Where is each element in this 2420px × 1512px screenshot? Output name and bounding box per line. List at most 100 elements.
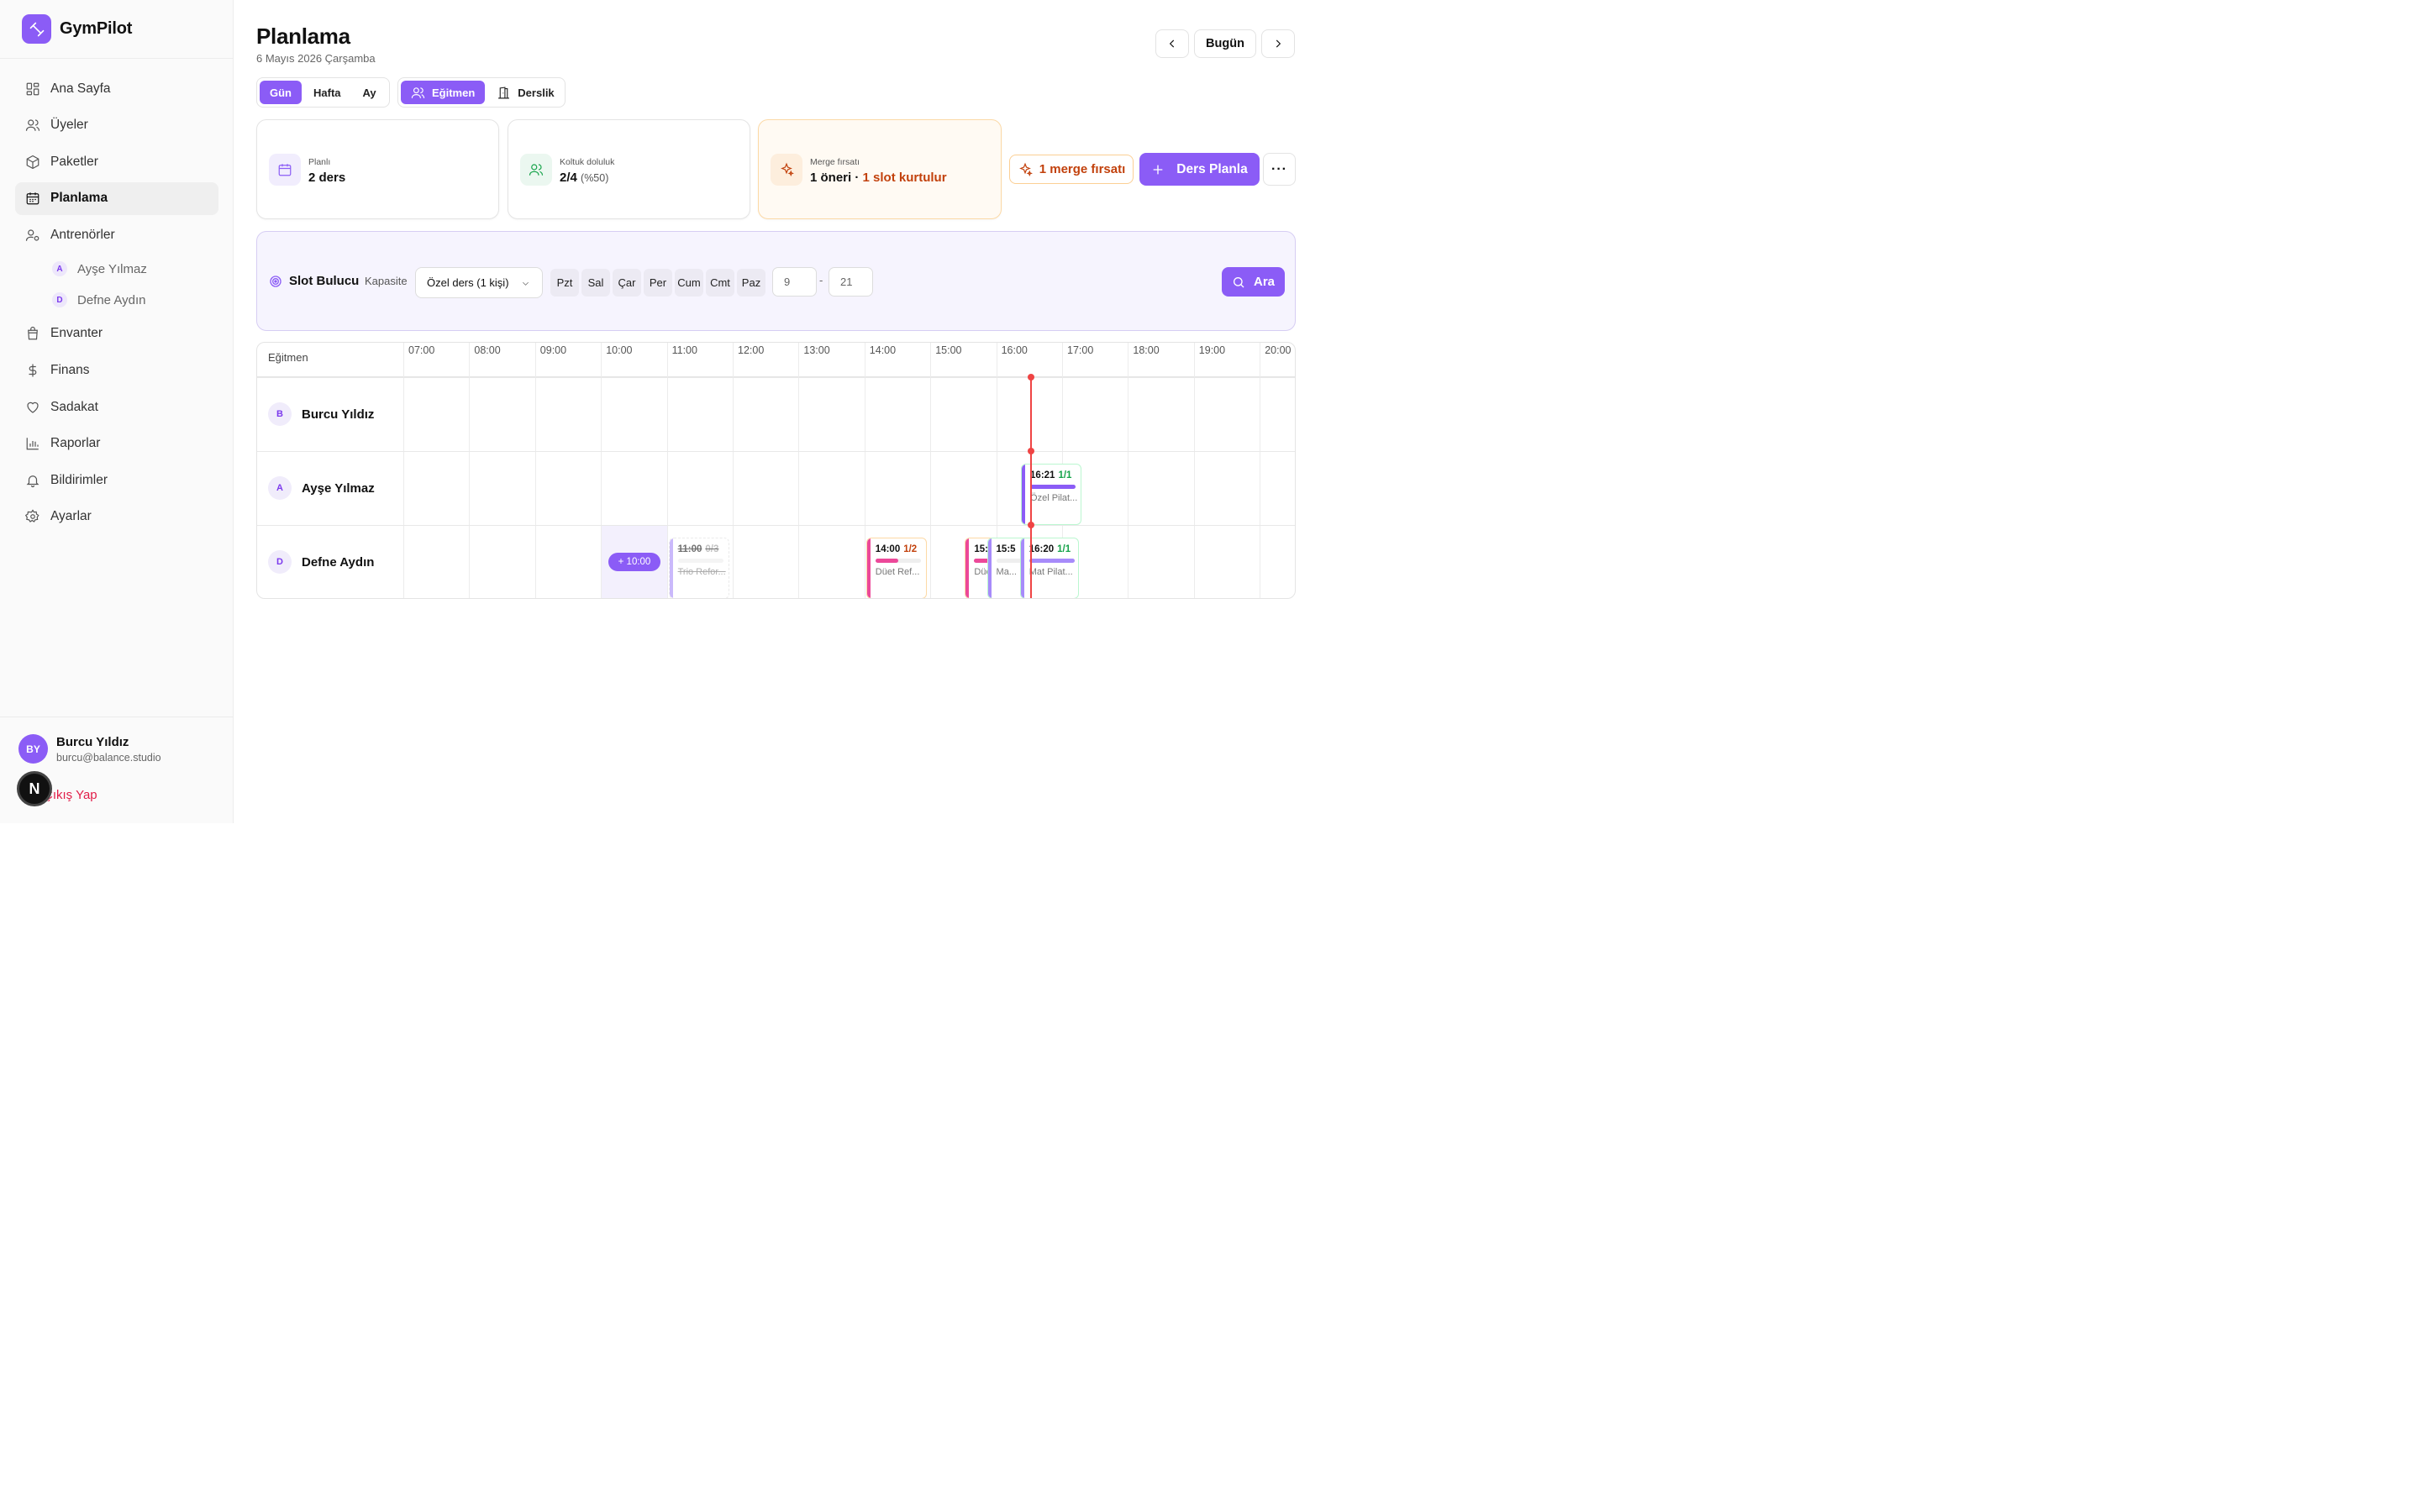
view-week-button[interactable]: Hafta	[303, 81, 351, 104]
trainer-row-burcu[interactable]: B Burcu Yıldız	[268, 402, 374, 426]
row-divider	[257, 377, 1295, 378]
calendar-icon	[26, 192, 39, 205]
day-toggle-cmt[interactable]: Cmt	[706, 269, 734, 297]
schedule-event[interactable]: 16:20 1/1 Mat Pilat...	[1019, 538, 1079, 598]
stat-label: Koltuk doluluk	[560, 157, 615, 167]
event-color-bar	[866, 538, 871, 598]
gear-icon	[25, 509, 39, 523]
day-toggle-pzt[interactable]: Pzt	[550, 269, 579, 297]
sidebar-item-envanter[interactable]: Envanter	[15, 318, 218, 350]
occupancy-percent: (%50)	[581, 172, 609, 184]
group-room-button[interactable]: Derslik	[487, 81, 564, 104]
dollar-icon	[29, 364, 37, 377]
sidebar-item-sadakat[interactable]: Sadakat	[15, 391, 218, 423]
sidebar-item-antrenorler[interactable]: Antrenörler	[15, 218, 218, 251]
sidebar-trainer-defne[interactable]: D Defne Aydın	[15, 286, 218, 314]
merge-opportunity-button[interactable]: 1 merge fırsatı	[1009, 155, 1134, 184]
view-toggle: Gün Hafta Ay	[256, 77, 390, 108]
from-hour-input[interactable]: 9	[772, 267, 817, 297]
sidebar-trainer-ayse[interactable]: A Ayşe Yılmaz	[15, 255, 218, 283]
merge-slot-saved: 1 slot kurtulur	[862, 171, 947, 185]
event-time: 14:00 1/2	[876, 544, 917, 554]
hour-label: 19:00	[1198, 344, 1226, 356]
more-options-button[interactable]: ···	[1263, 153, 1296, 186]
trainer-name: Burcu Yıldız	[302, 407, 375, 422]
occupancy-count: 2/4	[560, 171, 577, 185]
day-toggle-car[interactable]: Çar	[613, 269, 641, 297]
hour-column: 08:00	[469, 343, 534, 598]
event-capacity: 1/1	[1057, 544, 1071, 554]
sidebar-item-paketler[interactable]: Paketler	[15, 145, 218, 178]
next-day-button[interactable]	[1261, 29, 1295, 58]
sidebar-trainer-label: Defne Aydın	[77, 292, 146, 307]
trainer-row-defne[interactable]: D Defne Aydın	[268, 550, 374, 574]
sidebar-item-raporlar[interactable]: Raporlar	[15, 428, 218, 460]
hour-label: 17:00	[1067, 344, 1094, 356]
door-icon	[498, 86, 510, 98]
dev-tools-badge[interactable]: N	[17, 771, 52, 806]
group-trainer-button[interactable]: Eğitmen	[401, 81, 486, 104]
sidebar-item-ana-sayfa[interactable]: Ana Sayfa	[15, 72, 218, 105]
sidebar-item-label: Antrenörler	[50, 227, 115, 242]
app-name: GymPilot	[60, 19, 133, 38]
group-trainer-label: Eğitmen	[432, 86, 476, 99]
sidebar-item-label: Sadakat	[50, 399, 98, 414]
event-start: 14:00	[875, 544, 901, 554]
heart-icon	[27, 402, 39, 413]
dumbbell-icon	[22, 14, 51, 44]
sidebar-item-finans[interactable]: Finans	[15, 354, 218, 387]
view-day-button[interactable]: Gün	[260, 81, 302, 104]
sidebar-item-bildirimler[interactable]: Bildirimler	[15, 464, 218, 496]
group-room-label: Derslik	[518, 86, 555, 99]
schedule-grid: Eğitmen 07:00 08:00 09:00 10:00 11:00 12:00 13…	[256, 342, 1296, 599]
day-toggle-sal[interactable]: Sal	[581, 269, 610, 297]
event-capacity: 0/3	[705, 544, 719, 554]
slot-finder: Slot Bulucu Kapasite Özel ders (1 kişi) …	[256, 231, 1296, 331]
add-slot-button[interactable]: + 10:00	[608, 553, 660, 571]
stat-label: Merge fırsatı	[810, 157, 860, 167]
day-toggle-per[interactable]: Per	[644, 269, 672, 297]
sidebar-item-label: Paketler	[50, 154, 98, 169]
capacity-select[interactable]: Özel ders (1 kişi)	[415, 267, 543, 298]
schedule-event[interactable]: 11:00 0/3 Trio Refor...	[668, 538, 729, 598]
package-icon	[26, 155, 39, 169]
to-hour-input[interactable]: 21	[829, 267, 873, 297]
chevron-down-icon	[522, 281, 529, 286]
sidebar-item-label: Bildirimler	[50, 472, 108, 487]
event-color-bar	[1022, 465, 1026, 524]
event-fill-bar	[875, 559, 921, 563]
current-time-dot	[1028, 522, 1034, 528]
trainer-row-ayse[interactable]: A Ayşe Yılmaz	[268, 476, 375, 500]
prev-day-button[interactable]	[1155, 29, 1189, 58]
day-toggle-cum[interactable]: Cum	[675, 269, 703, 297]
brand[interactable]: GymPilot	[22, 14, 132, 44]
chevron-left-icon	[1169, 39, 1175, 48]
user-profile[interactable]: BY Burcu Yıldız burcu@balance.studio	[18, 734, 161, 764]
bag-icon	[28, 327, 38, 340]
current-time-dot	[1028, 448, 1034, 454]
hour-column: 09:00	[534, 343, 601, 598]
page-date: 6 Mayıs 2026 Çarşamba	[256, 52, 376, 65]
sparkles-icon	[771, 154, 802, 186]
today-button[interactable]: Bugün	[1194, 29, 1256, 58]
stat-card-merge[interactable]: Merge fırsatı 1 öneri · 1 slot kurtulur	[758, 119, 1002, 219]
sidebar-item-planlama[interactable]: Planlama	[15, 181, 218, 215]
hour-label: 16:00	[1001, 344, 1028, 356]
search-button[interactable]: Ara	[1222, 267, 1285, 297]
day-toggle-paz[interactable]: Paz	[737, 269, 765, 297]
plan-lesson-button[interactable]: Ders Planla	[1139, 153, 1260, 186]
view-month-button[interactable]: Ay	[353, 81, 387, 104]
row-divider	[257, 451, 1295, 452]
schedule-event[interactable]: 14:00 1/2 Düet Ref...	[865, 538, 927, 598]
sidebar-item-label: Raporlar	[50, 436, 101, 451]
plus-icon	[1153, 165, 1163, 174]
stat-card-planned: Planlı 2 ders	[256, 119, 499, 219]
users-icon	[520, 154, 552, 186]
sidebar-item-ayarlar[interactable]: Ayarlar	[15, 501, 218, 533]
hour-label: 11:00	[671, 344, 697, 356]
sidebar-item-uyeler[interactable]: Üyeler	[15, 109, 218, 142]
trainer-column-header: Eğitmen	[268, 351, 308, 364]
event-name: Trio Refor...	[677, 567, 726, 577]
hour-label: 20:00	[1265, 344, 1292, 356]
stat-label: Planlı	[308, 157, 331, 167]
